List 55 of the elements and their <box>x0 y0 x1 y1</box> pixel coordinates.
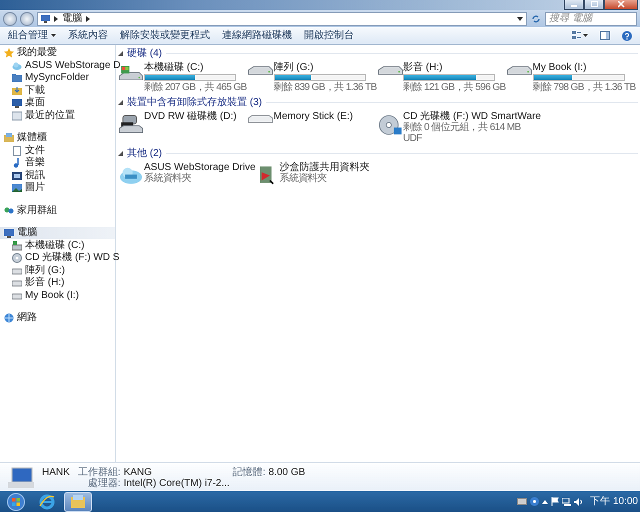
sidebar-item[interactable]: 文件 <box>0 144 115 156</box>
sidebar-item[interactable]: MySyncFolder <box>0 72 115 84</box>
sidebar-item[interactable]: 電腦 <box>0 227 115 239</box>
toolbar-button[interactable]: 解除安裝或變更程式 <box>114 28 216 44</box>
toolbar-button[interactable]: 系統內容 <box>62 28 114 44</box>
drive-details: 系統資料夾 <box>280 173 328 184</box>
sidebar-item[interactable]: 我的最愛 <box>0 47 115 59</box>
sidebar-item[interactable]: 圖片 <box>0 182 115 194</box>
sidebar-item[interactable]: 最近的位置 <box>0 110 115 122</box>
sidebar-item[interactable]: 本機磁碟 (C:) <box>0 240 115 252</box>
drive-name[interactable]: 影音 (H:) <box>403 62 506 73</box>
drive-details: 剩餘 798 GB，共 1.36 TB <box>532 82 636 93</box>
sidebar-item[interactable]: 網路 <box>0 312 115 324</box>
drive-details: 剩餘 121 GB，共 596 GB <box>403 82 506 93</box>
drive-name[interactable]: 本機磁碟 (C:) <box>144 62 247 73</box>
sidebar-item[interactable]: 音樂 <box>0 157 115 169</box>
drive-name[interactable]: Memory Stick (E:) <box>274 111 353 122</box>
group-header[interactable]: 硬碟 (4) <box>127 46 162 61</box>
drive-details: 剩餘 207 GB，共 465 GB <box>144 82 247 93</box>
drive-name[interactable]: ASUS WebStorage Drive <box>144 162 256 173</box>
drive-details: 系統資料夾 <box>144 173 192 184</box>
field-value: Intel(R) Core(TM) i7-2... <box>124 478 230 489</box>
clock-time[interactable]: 下午 10:00 <box>590 494 638 509</box>
sidebar-item[interactable]: 下載 <box>0 84 115 96</box>
field-value: KANG <box>124 467 153 478</box>
drive-details: 剩餘 0 個位元組，共 614 MB <box>403 122 522 133</box>
sidebar-item[interactable]: 陣列 (G:) <box>0 264 115 276</box>
group-header[interactable]: 裝置中含有卸除式存放裝置 (3) <box>127 95 262 110</box>
sidebar-item[interactable]: My Book (I:) <box>0 290 115 302</box>
toolbar-button[interactable]: 開啟控制台 <box>298 28 360 44</box>
group-header[interactable]: 其他 (2) <box>127 146 162 161</box>
sidebar-item[interactable]: CD 光碟機 (F:) WD S <box>0 252 120 264</box>
computer-name: HANK <box>42 467 70 480</box>
sidebar-item[interactable]: 家用群組 <box>0 204 115 216</box>
field-label: 記憶體: <box>232 467 266 478</box>
toolbar-button[interactable]: 連線網路磁碟機 <box>216 28 298 44</box>
field-value: 8.00 GB <box>268 467 306 478</box>
drive-name[interactable]: My Book (I:) <box>532 62 636 73</box>
field-label: 處理器: <box>86 478 121 489</box>
sidebar-item[interactable]: 影音 (H:) <box>0 277 115 289</box>
drive-name[interactable]: DVD RW 磁碟機 (D:) <box>144 111 237 122</box>
search-field[interactable]: 搜尋 電腦 <box>545 12 637 26</box>
drive-name[interactable]: 沙盒防護共用資料夾 <box>280 162 370 173</box>
breadcrumb-link[interactable]: 電腦 <box>62 11 82 26</box>
field-label: 工作群組: <box>78 467 121 478</box>
toolbar-button[interactable]: 組合管理 <box>2 28 62 44</box>
sidebar-item[interactable]: ASUS WebStorage D <box>0 60 120 72</box>
sidebar-item[interactable]: 媒體櫃 <box>0 132 115 144</box>
sidebar-item[interactable]: 視訊 <box>0 170 115 182</box>
drive-name[interactable]: CD 光碟機 (F:) WD SmartWare <box>403 111 541 122</box>
drive-details: 剩餘 839 GB，共 1.36 TB <box>274 82 377 93</box>
drive-details: UDF <box>403 133 423 144</box>
address-field[interactable]: 電腦 <box>37 12 527 26</box>
sidebar-item[interactable]: 桌面 <box>0 97 115 109</box>
drive-name[interactable]: 陣列 (G:) <box>274 62 377 73</box>
